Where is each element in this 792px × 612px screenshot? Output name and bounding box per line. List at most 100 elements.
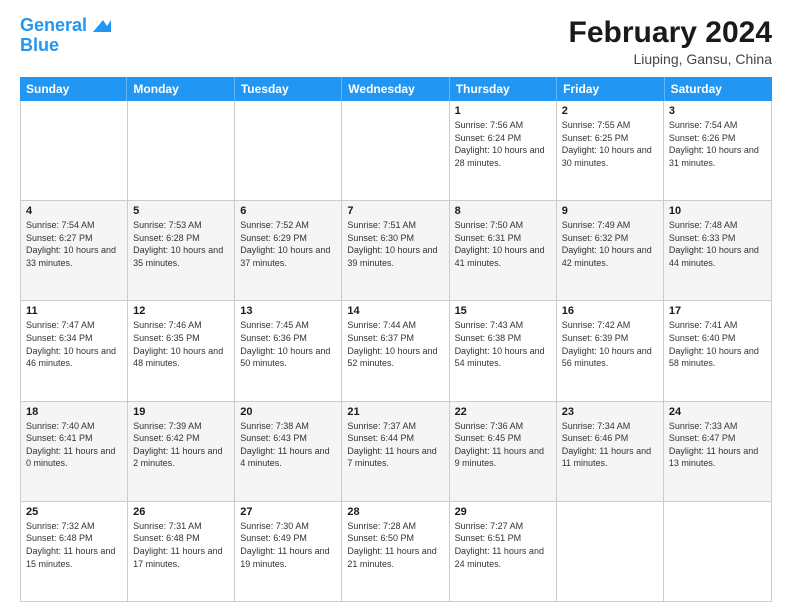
- subtitle: Liuping, Gansu, China: [569, 51, 772, 67]
- calendar-cell-r4-c5: [557, 502, 664, 601]
- day-detail: Sunrise: 7:54 AMSunset: 6:26 PMDaylight:…: [669, 119, 766, 169]
- day-number: 27: [240, 506, 336, 518]
- calendar-cell-r3-c1: 19 Sunrise: 7:39 AMSunset: 6:42 PMDayligh…: [128, 402, 235, 501]
- calendar-cell-r4-c0: 25 Sunrise: 7:32 AMSunset: 6:48 PMDayligh…: [21, 502, 128, 601]
- day-number: 25: [26, 506, 122, 518]
- header: General Blue February 2024 Liuping, Gans…: [20, 16, 772, 67]
- day-number: 3: [669, 105, 766, 117]
- day-number: 11: [26, 305, 122, 317]
- logo-line1: General: [20, 15, 87, 35]
- day-detail: Sunrise: 7:30 AMSunset: 6:49 PMDaylight:…: [240, 520, 336, 570]
- calendar-cell-r0-c4: 1Sunrise: 7:56 AMSunset: 6:24 PMDaylight…: [450, 101, 557, 200]
- day-detail: Sunrise: 7:27 AMSunset: 6:51 PMDaylight:…: [455, 520, 551, 570]
- calendar-cell-r3-c5: 23 Sunrise: 7:34 AMSunset: 6:46 PMDayligh…: [557, 402, 664, 501]
- day-detail: Sunrise: 7:42 AMSunset: 6:39 PMDaylight:…: [562, 319, 658, 369]
- calendar-cell-r2-c3: 14Sunrise: 7:44 AMSunset: 6:37 PMDayligh…: [342, 301, 449, 400]
- day-number: 23: [562, 406, 658, 418]
- calendar-cell-r1-c3: 7 Sunrise: 7:51 AMSunset: 6:30 PMDaylight…: [342, 201, 449, 300]
- day-detail: Sunrise: 7:37 AMSunset: 6:44 PMDaylight:…: [347, 420, 443, 470]
- day-detail: Sunrise: 7:39 AMSunset: 6:42 PMDaylight:…: [133, 420, 229, 470]
- day-number: 29: [455, 506, 551, 518]
- day-detail: Sunrise: 7:40 AMSunset: 6:41 PMDaylight:…: [26, 420, 122, 470]
- day-detail: Sunrise: 7:54 AMSunset: 6:27 PMDaylight:…: [26, 219, 122, 269]
- calendar-cell-r1-c1: 5 Sunrise: 7:53 AMSunset: 6:28 PMDaylight…: [128, 201, 235, 300]
- day-number: 8: [455, 205, 551, 217]
- day-number: 2: [562, 105, 658, 117]
- day-detail: Sunrise: 7:43 AMSunset: 6:38 PMDaylight:…: [455, 319, 551, 369]
- calendar-cell-r1-c0: 4Sunrise: 7:54 AMSunset: 6:27 PMDaylight…: [21, 201, 128, 300]
- day-detail: Sunrise: 7:48 AMSunset: 6:33 PMDaylight:…: [669, 219, 766, 269]
- calendar-cell-r1-c4: 8Sunrise: 7:50 AMSunset: 6:31 PMDaylight…: [450, 201, 557, 300]
- day-number: 21: [347, 406, 443, 418]
- day-detail: Sunrise: 7:33 AMSunset: 6:47 PMDaylight:…: [669, 420, 766, 470]
- day-number: 22: [455, 406, 551, 418]
- day-number: 6: [240, 205, 336, 217]
- day-number: 19: [133, 406, 229, 418]
- calendar-cell-r2-c1: 12 Sunrise: 7:46 AMSunset: 6:35 PMDayligh…: [128, 301, 235, 400]
- calendar-cell-r1-c5: 9 Sunrise: 7:49 AMSunset: 6:32 PMDaylight…: [557, 201, 664, 300]
- day-detail: Sunrise: 7:49 AMSunset: 6:32 PMDaylight:…: [562, 219, 658, 269]
- calendar-cell-r1-c6: 10 Sunrise: 7:48 AMSunset: 6:33 PMDayligh…: [664, 201, 771, 300]
- calendar-header: Sunday Monday Tuesday Wednesday Thursday…: [20, 77, 772, 101]
- calendar-row-0: 1Sunrise: 7:56 AMSunset: 6:24 PMDaylight…: [21, 101, 771, 201]
- logo-text: General: [20, 16, 87, 36]
- day-detail: Sunrise: 7:51 AMSunset: 6:30 PMDaylight:…: [347, 219, 443, 269]
- day-number: 18: [26, 406, 122, 418]
- day-detail: Sunrise: 7:45 AMSunset: 6:36 PMDaylight:…: [240, 319, 336, 369]
- calendar-cell-r0-c0: [21, 101, 128, 200]
- calendar-cell-r4-c1: 26 Sunrise: 7:31 AMSunset: 6:48 PMDayligh…: [128, 502, 235, 601]
- day-number: 7: [347, 205, 443, 217]
- calendar-cell-r4-c3: 28Sunrise: 7:28 AMSunset: 6:50 PMDayligh…: [342, 502, 449, 601]
- day-detail: Sunrise: 7:55 AMSunset: 6:25 PMDaylight:…: [562, 119, 658, 169]
- calendar-cell-r0-c1: [128, 101, 235, 200]
- calendar: Sunday Monday Tuesday Wednesday Thursday…: [20, 77, 772, 602]
- day-detail: Sunrise: 7:32 AMSunset: 6:48 PMDaylight:…: [26, 520, 122, 570]
- main-title: February 2024: [569, 16, 772, 49]
- day-number: 24: [669, 406, 766, 418]
- calendar-cell-r3-c2: 20Sunrise: 7:38 AMSunset: 6:43 PMDayligh…: [235, 402, 342, 501]
- day-detail: Sunrise: 7:46 AMSunset: 6:35 PMDaylight:…: [133, 319, 229, 369]
- day-number: 10: [669, 205, 766, 217]
- header-thursday: Thursday: [450, 77, 557, 101]
- calendar-cell-r2-c5: 16 Sunrise: 7:42 AMSunset: 6:39 PMDayligh…: [557, 301, 664, 400]
- calendar-cell-r4-c6: [664, 502, 771, 601]
- day-detail: Sunrise: 7:53 AMSunset: 6:28 PMDaylight:…: [133, 219, 229, 269]
- logo-icon: [89, 14, 111, 36]
- day-number: 5: [133, 205, 229, 217]
- header-monday: Monday: [127, 77, 234, 101]
- day-detail: Sunrise: 7:47 AMSunset: 6:34 PMDaylight:…: [26, 319, 122, 369]
- calendar-cell-r0-c5: 2 Sunrise: 7:55 AMSunset: 6:25 PMDaylight…: [557, 101, 664, 200]
- calendar-cell-r4-c4: 29 Sunrise: 7:27 AMSunset: 6:51 PMDayligh…: [450, 502, 557, 601]
- calendar-cell-r0-c2: [235, 101, 342, 200]
- calendar-cell-r2-c4: 15 Sunrise: 7:43 AMSunset: 6:38 PMDayligh…: [450, 301, 557, 400]
- day-detail: Sunrise: 7:31 AMSunset: 6:48 PMDaylight:…: [133, 520, 229, 570]
- day-number: 20: [240, 406, 336, 418]
- header-tuesday: Tuesday: [235, 77, 342, 101]
- day-number: 12: [133, 305, 229, 317]
- day-number: 1: [455, 105, 551, 117]
- calendar-row-2: 11 Sunrise: 7:47 AMSunset: 6:34 PMDayligh…: [21, 301, 771, 401]
- calendar-row-1: 4Sunrise: 7:54 AMSunset: 6:27 PMDaylight…: [21, 201, 771, 301]
- calendar-cell-r3-c6: 24 Sunrise: 7:33 AMSunset: 6:47 PMDayligh…: [664, 402, 771, 501]
- calendar-cell-r4-c2: 27 Sunrise: 7:30 AMSunset: 6:49 PMDayligh…: [235, 502, 342, 601]
- day-detail: Sunrise: 7:52 AMSunset: 6:29 PMDaylight:…: [240, 219, 336, 269]
- calendar-cell-r3-c4: 22 Sunrise: 7:36 AMSunset: 6:45 PMDayligh…: [450, 402, 557, 501]
- day-number: 26: [133, 506, 229, 518]
- calendar-body: 1Sunrise: 7:56 AMSunset: 6:24 PMDaylight…: [20, 101, 772, 602]
- day-number: 9: [562, 205, 658, 217]
- header-saturday: Saturday: [665, 77, 772, 101]
- header-friday: Friday: [557, 77, 664, 101]
- title-area: February 2024 Liuping, Gansu, China: [569, 16, 772, 67]
- day-detail: Sunrise: 7:44 AMSunset: 6:37 PMDaylight:…: [347, 319, 443, 369]
- calendar-cell-r2-c6: 17Sunrise: 7:41 AMSunset: 6:40 PMDayligh…: [664, 301, 771, 400]
- calendar-cell-r2-c2: 13Sunrise: 7:45 AMSunset: 6:36 PMDayligh…: [235, 301, 342, 400]
- calendar-cell-r3-c0: 18 Sunrise: 7:40 AMSunset: 6:41 PMDayligh…: [21, 402, 128, 501]
- day-number: 15: [455, 305, 551, 317]
- day-detail: Sunrise: 7:34 AMSunset: 6:46 PMDaylight:…: [562, 420, 658, 470]
- header-wednesday: Wednesday: [342, 77, 449, 101]
- day-detail: Sunrise: 7:36 AMSunset: 6:45 PMDaylight:…: [455, 420, 551, 470]
- page: General Blue February 2024 Liuping, Gans…: [0, 0, 792, 612]
- day-number: 16: [562, 305, 658, 317]
- calendar-cell-r0-c3: [342, 101, 449, 200]
- logo: General Blue: [20, 16, 111, 56]
